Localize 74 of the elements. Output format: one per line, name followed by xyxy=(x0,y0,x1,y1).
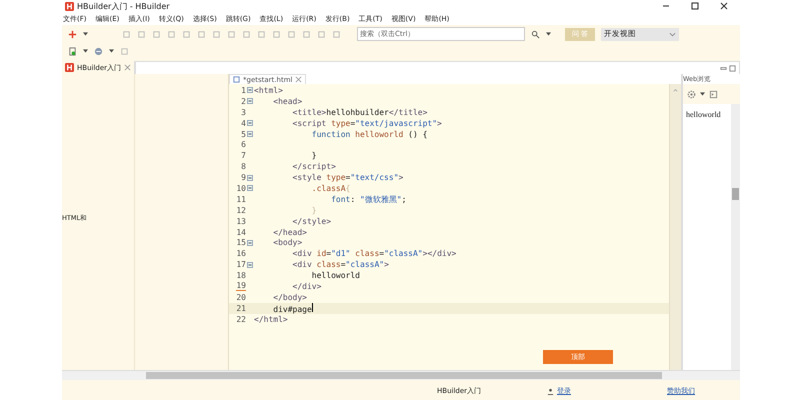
line-number: 4 xyxy=(241,118,246,128)
code-line: </div> xyxy=(292,282,322,291)
line-number: 17 xyxy=(236,260,246,270)
line-number: 14 xyxy=(236,228,246,237)
code-line: </script> xyxy=(292,162,336,172)
caret-icon[interactable] xyxy=(83,49,88,53)
plus-icon[interactable] xyxy=(68,30,77,38)
line-number: 11 xyxy=(236,194,246,204)
code-line: div#page xyxy=(272,302,313,314)
fold-icon[interactable] xyxy=(247,120,253,126)
caret-icon[interactable] xyxy=(83,32,88,36)
window-title: HBuilder入门 - HBuilder xyxy=(77,0,170,12)
console-icon[interactable] xyxy=(709,90,718,98)
line-number: 3 xyxy=(241,108,246,117)
app-logo-icon xyxy=(65,63,74,72)
fold-icon[interactable] xyxy=(247,87,253,94)
line-number: 12 xyxy=(236,206,246,215)
fold-icon[interactable] xyxy=(247,240,253,246)
code-line: <div class="classA"> xyxy=(292,260,389,270)
code-line: <body> xyxy=(272,238,302,248)
line-number: 2 xyxy=(241,96,246,106)
code-line: font: "微软雅黑"; xyxy=(330,194,406,205)
fold-icon[interactable] xyxy=(247,131,253,137)
fold-icon[interactable] xyxy=(247,98,253,104)
search-icon[interactable] xyxy=(531,30,540,38)
fold-icon[interactable] xyxy=(247,185,253,192)
document-icon[interactable] xyxy=(68,46,77,56)
file-icon xyxy=(233,76,240,83)
fold-icon[interactable] xyxy=(247,174,253,181)
code-line: <style type="text/css"> xyxy=(292,173,404,182)
caret-icon[interactable] xyxy=(109,49,114,53)
code-line: .classA{ xyxy=(310,184,350,193)
preview-text: helloworld xyxy=(686,110,721,119)
line-number: 6 xyxy=(241,140,246,150)
close-icon[interactable] xyxy=(719,1,729,11)
scroll-up-icon[interactable] xyxy=(672,87,679,94)
maximize-icon[interactable] xyxy=(690,1,700,11)
line-number: 5 xyxy=(241,130,246,138)
scrollbar[interactable] xyxy=(731,104,740,370)
fold-icon[interactable] xyxy=(247,262,253,268)
code-line: <div id="d1" class="classA"></div> xyxy=(292,249,456,258)
line-number: 8 xyxy=(241,162,246,172)
line-number: 1 xyxy=(241,86,246,95)
chevron-down-icon[interactable] xyxy=(669,32,676,36)
caret-icon[interactable] xyxy=(546,32,551,36)
line-number: 22 xyxy=(236,314,246,324)
line-number: 15 xyxy=(236,238,246,248)
line-number: 9 xyxy=(241,173,246,182)
gear-icon[interactable] xyxy=(687,90,696,98)
code-line: } xyxy=(310,151,317,160)
code-line: <title>hellohbuilder</title> xyxy=(292,108,428,117)
person-icon xyxy=(547,388,554,394)
line-number: 20 xyxy=(236,292,246,302)
line-number: 19 xyxy=(236,281,246,292)
code-line: <script type="text/javascript"> xyxy=(292,118,442,128)
line-number: 18 xyxy=(236,271,246,280)
code-line: function helloworld () { xyxy=(310,130,428,138)
code-line: helloworld xyxy=(310,271,360,280)
line-number: 10 xyxy=(236,184,246,193)
code-line: </body> xyxy=(272,292,307,302)
code-line: </head> xyxy=(272,228,307,237)
code-line: <html> xyxy=(254,86,283,95)
line-number: 7 xyxy=(241,151,246,160)
code-line: <head> xyxy=(272,96,302,106)
caret-icon[interactable] xyxy=(700,92,705,96)
scrollbar[interactable] xyxy=(669,84,681,370)
line-number: 13 xyxy=(236,216,246,226)
browser-icon[interactable] xyxy=(94,46,103,56)
line-number: 16 xyxy=(236,249,246,258)
horizontal-scrollbar[interactable] xyxy=(62,370,740,380)
code-line: } xyxy=(310,206,317,215)
line-number: 21 xyxy=(236,304,246,313)
code-line: </style> xyxy=(292,216,332,226)
code-line: </html> xyxy=(254,314,288,324)
